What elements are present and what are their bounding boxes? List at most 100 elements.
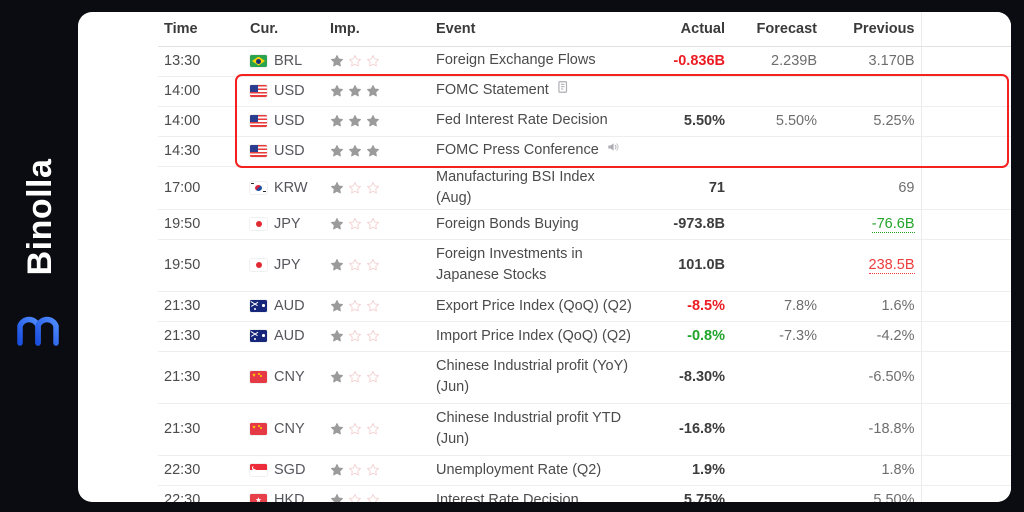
flag-icon-china — [250, 423, 267, 435]
column-header-previous[interactable]: Previous — [823, 12, 921, 46]
previous-value: 5.50% — [873, 492, 914, 502]
cell-currency: AUD — [244, 321, 324, 351]
event-name: Export Price Index (QoQ) (Q2) — [436, 296, 632, 317]
column-header-actual[interactable]: Actual — [639, 12, 731, 46]
importance-stars — [330, 463, 416, 477]
cell-importance — [324, 166, 422, 209]
cell-event[interactable]: Fed Interest Rate Decision — [422, 106, 639, 136]
table-row[interactable]: 21:30CNY Chinese Industrial profit (YoY) … — [158, 351, 1011, 403]
table-row[interactable]: 22:30SGDUnemployment Rate (Q2)1.9%1.8% — [158, 455, 1011, 485]
currency-code: BRL — [274, 53, 302, 69]
cell-previous: -76.6B — [823, 209, 921, 239]
actual-value: 1.9% — [692, 462, 725, 478]
table-row[interactable]: 14:30USDFOMC Press Conference — [158, 136, 1011, 166]
importance-stars — [330, 329, 416, 343]
actual-value: -8.30% — [679, 369, 725, 385]
cell-importance — [324, 46, 422, 76]
cell-previous: 238.5B — [823, 239, 921, 291]
actual-value: -973.8B — [673, 216, 725, 232]
cell-event[interactable]: Import Price Index (QoQ) (Q2) — [422, 321, 639, 351]
cell-importance — [324, 403, 422, 455]
cell-event[interactable]: Interest Rate Decision — [422, 485, 639, 502]
cell-actual: -0.8% — [639, 321, 731, 351]
table-row[interactable]: 13:30BRLForeign Exchange Flows-0.836B2.2… — [158, 46, 1011, 76]
cell-currency: KRW — [244, 166, 324, 209]
table-row[interactable]: 21:30CNYChinese Industrial profit YTD (J… — [158, 403, 1011, 455]
cell-event[interactable]: Foreign Bonds Buying — [422, 209, 639, 239]
table-row[interactable]: 21:30 AUD Import Price Index (QoQ) (Q2)-0.… — [158, 321, 1011, 351]
previous-value: 1.8% — [881, 462, 914, 478]
cell-actual: -16.8% — [639, 403, 731, 455]
cell-event[interactable]: Foreign Investments in Japanese Stocks — [422, 239, 639, 291]
actual-value: 5.75% — [684, 492, 725, 502]
brand-wordmark: Binolla — [23, 137, 57, 297]
table-body: 13:30BRLForeign Exchange Flows-0.836B2.2… — [158, 46, 1011, 502]
cell-currency: AUD — [244, 291, 324, 321]
cell-actual: 5.75% — [639, 485, 731, 502]
table-row[interactable]: 17:00KRWManufacturing BSI Index (Aug)716… — [158, 166, 1011, 209]
table-row[interactable]: 14:00USDFOMC Statement — [158, 76, 1011, 106]
flag-icon-usa — [250, 145, 267, 157]
document-icon[interactable] — [556, 80, 570, 101]
cell-spacer — [921, 455, 1011, 485]
importance-stars — [330, 422, 416, 436]
cell-time: 19:50 — [158, 239, 244, 291]
cell-time: 13:30 — [158, 46, 244, 76]
column-header-forecast[interactable]: Forecast — [731, 12, 823, 46]
cell-event[interactable]: Chinese Industrial profit YTD (Jun) — [422, 403, 639, 455]
cell-time: 21:30 — [158, 351, 244, 403]
cell-actual: 71 — [639, 166, 731, 209]
column-header-currency[interactable]: Cur. — [244, 12, 324, 46]
importance-stars — [330, 114, 416, 128]
table-row[interactable]: 19:50JPYForeign Bonds Buying-973.8B-76.6… — [158, 209, 1011, 239]
cell-event[interactable]: FOMC Press Conference — [422, 136, 639, 166]
event-name: Chinese Industrial profit (YoY) (Jun) — [436, 356, 633, 398]
event-name: Interest Rate Decision — [436, 490, 579, 502]
column-header-importance[interactable]: Imp. — [324, 12, 422, 46]
column-header-time[interactable]: Time — [158, 12, 244, 46]
currency-code: AUD — [274, 328, 305, 344]
cell-importance — [324, 455, 422, 485]
cell-time: 17:00 — [158, 166, 244, 209]
cell-forecast: 5.50% — [731, 106, 823, 136]
previous-value: -6.50% — [869, 369, 915, 385]
event-name: Foreign Exchange Flows — [436, 50, 596, 71]
cell-currency: CNY — [244, 351, 324, 403]
cell-spacer — [921, 166, 1011, 209]
event-name: FOMC Press Conference — [436, 140, 599, 161]
cell-event[interactable]: Export Price Index (QoQ) (Q2) — [422, 291, 639, 321]
cell-event[interactable]: Foreign Exchange Flows — [422, 46, 639, 76]
cell-previous: 5.50% — [823, 485, 921, 502]
screenshot-root: Binolla Time Cur. Imp. — [0, 0, 1024, 512]
importance-stars — [330, 84, 416, 98]
cell-importance — [324, 291, 422, 321]
column-header-event[interactable]: Event — [422, 12, 639, 46]
cell-spacer — [921, 403, 1011, 455]
cell-event[interactable]: Chinese Industrial profit (YoY) (Jun) — [422, 351, 639, 403]
cell-forecast — [731, 485, 823, 502]
cell-time: 21:30 — [158, 291, 244, 321]
actual-value: 5.50% — [684, 113, 725, 129]
table-row[interactable]: 22:30HKDInterest Rate Decision5.75%5.50% — [158, 485, 1011, 502]
currency-code: SGD — [274, 462, 305, 478]
cell-actual: 5.50% — [639, 106, 731, 136]
actual-value: 101.0B — [678, 257, 725, 273]
cell-spacer — [921, 351, 1011, 403]
cell-importance — [324, 351, 422, 403]
cell-time: 21:30 — [158, 321, 244, 351]
table-row[interactable]: 19:50JPYForeign Investments in Japanese … — [158, 239, 1011, 291]
cell-event[interactable]: Unemployment Rate (Q2) — [422, 455, 639, 485]
cell-forecast — [731, 166, 823, 209]
cell-event[interactable]: FOMC Statement — [422, 76, 639, 106]
actual-value: -0.836B — [673, 53, 725, 69]
table-row[interactable]: 14:00USDFed Interest Rate Decision5.50%5… — [158, 106, 1011, 136]
cell-forecast: -7.3% — [731, 321, 823, 351]
cell-forecast — [731, 209, 823, 239]
table-row[interactable]: 21:30AUDExport Price Index (QoQ) (Q2)-8.… — [158, 291, 1011, 321]
cell-time: 22:30 — [158, 485, 244, 502]
forecast-value: 5.50% — [776, 113, 817, 129]
importance-stars — [330, 217, 416, 231]
flag-icon-japan — [250, 218, 267, 230]
speaker-icon[interactable] — [606, 140, 620, 161]
cell-event[interactable]: Manufacturing BSI Index (Aug) — [422, 166, 639, 209]
